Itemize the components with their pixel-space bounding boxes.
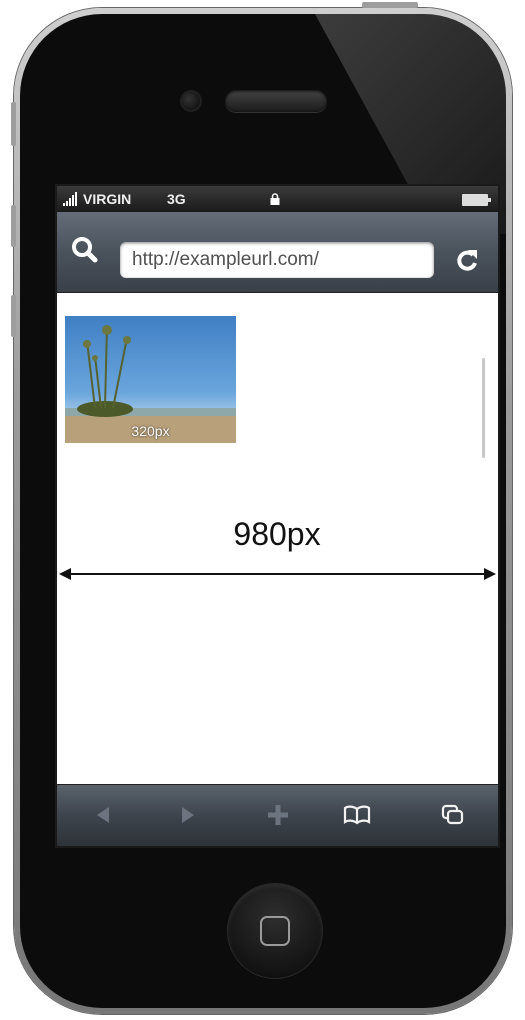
earpiece-speaker xyxy=(225,90,327,112)
reload-icon[interactable] xyxy=(452,246,482,276)
status-bar: VIRGIN 3G xyxy=(57,186,498,212)
forward-button[interactable] xyxy=(168,797,208,833)
pages-icon xyxy=(441,804,464,825)
scroll-indicator xyxy=(482,358,485,458)
plus-icon xyxy=(268,805,288,825)
screen: VIRGIN 3G http://exampleurl.com/ 320px 9… xyxy=(57,186,498,846)
browser-nav-bar: http://exampleurl.com/ xyxy=(57,212,498,293)
width-arrow xyxy=(59,568,496,580)
network-type: 3G xyxy=(167,191,186,207)
thumbnail-image: 320px xyxy=(65,316,236,443)
book-icon xyxy=(343,805,371,825)
volume-down-button xyxy=(11,295,16,337)
home-square-icon xyxy=(260,916,290,946)
thumbnail-label: 320px xyxy=(131,423,170,439)
back-button[interactable] xyxy=(83,797,123,833)
url-field[interactable]: http://exampleurl.com/ xyxy=(120,242,434,278)
volume-up-button xyxy=(11,205,16,247)
signal-bars-icon xyxy=(63,192,77,206)
width-label: 980px xyxy=(233,516,321,552)
battery-icon xyxy=(462,194,491,206)
search-icon[interactable] xyxy=(67,232,103,268)
bookmarks-button[interactable] xyxy=(337,797,377,833)
mute-switch xyxy=(11,102,16,146)
browser-toolbar xyxy=(57,784,498,846)
back-arrow-icon xyxy=(97,807,109,823)
carrier-name: VIRGIN xyxy=(83,191,132,207)
add-button[interactable] xyxy=(258,797,298,833)
front-camera xyxy=(180,90,202,112)
forward-arrow-icon xyxy=(182,807,194,823)
pages-button[interactable] xyxy=(433,797,473,833)
sleep-button xyxy=(362,2,418,8)
lock-icon xyxy=(270,193,280,205)
home-button[interactable] xyxy=(228,884,322,978)
